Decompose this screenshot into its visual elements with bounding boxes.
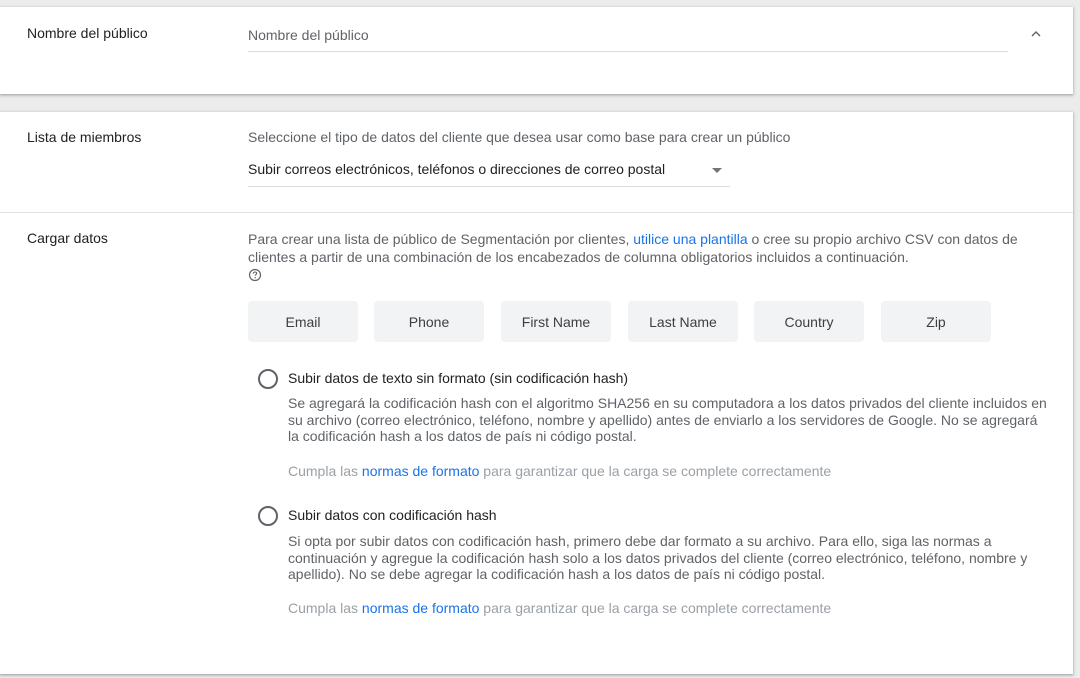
hashed-upload-description: Si opta por subir datos con codificación… (288, 533, 1028, 583)
column-chip-zip: Zip (881, 301, 991, 342)
member-list-card: Lista de miembros Seleccione el tipo de … (0, 112, 1073, 674)
column-chip-last-name: Last Name (628, 301, 738, 342)
use-template-link[interactable]: utilice una plantilla (633, 231, 747, 247)
dropdown-arrow-icon (712, 168, 722, 173)
note-text-before: Cumpla las (288, 463, 362, 479)
section-divider (0, 212, 1073, 213)
audience-name-input[interactable] (248, 25, 1008, 52)
column-chip-email: Email (248, 301, 358, 342)
upload-data-label: Cargar datos (27, 230, 108, 246)
dropdown-selected-value: Subir correos electrónicos, teléfonos o … (248, 161, 666, 177)
hashed-upload-title[interactable]: Subir datos con codificación hash (288, 507, 497, 523)
upload-data-description: Para crear una lista de público de Segme… (248, 230, 1048, 284)
member-list-description: Seleccione el tipo de datos del cliente … (248, 129, 791, 145)
plain-text-upload-description: Se agregará la codificación hash con el … (288, 395, 1047, 445)
audience-name-card: Nombre del público (0, 7, 1073, 94)
help-circle-icon[interactable] (248, 268, 262, 282)
column-chip-country: Country (754, 301, 864, 342)
chevron-up-icon[interactable] (1029, 27, 1043, 41)
format-rules-link[interactable]: normas de formato (362, 600, 480, 616)
hashed-upload-radio[interactable] (258, 506, 278, 526)
note-text-before: Cumpla las (288, 600, 362, 616)
customer-data-type-dropdown[interactable]: Subir correos electrónicos, teléfonos o … (248, 157, 730, 187)
note-text-after: para garantizar que la carga se complete… (479, 463, 832, 479)
plain-text-upload-note: Cumpla las normas de formato para garant… (288, 463, 831, 479)
upload-description-text-1: Para crear una lista de público de Segme… (248, 231, 634, 247)
hashed-upload-note: Cumpla las normas de formato para garant… (288, 600, 831, 616)
format-rules-link[interactable]: normas de formato (362, 463, 480, 479)
plain-text-upload-title[interactable]: Subir datos de texto sin formato (sin co… (288, 370, 628, 386)
member-list-label: Lista de miembros (27, 129, 142, 145)
column-chip-phone: Phone (374, 301, 484, 342)
column-chip-first-name: First Name (501, 301, 611, 342)
audience-name-label: Nombre del público (27, 25, 148, 41)
note-text-after: para garantizar que la carga se complete… (479, 600, 832, 616)
plain-text-upload-radio[interactable] (258, 369, 278, 389)
